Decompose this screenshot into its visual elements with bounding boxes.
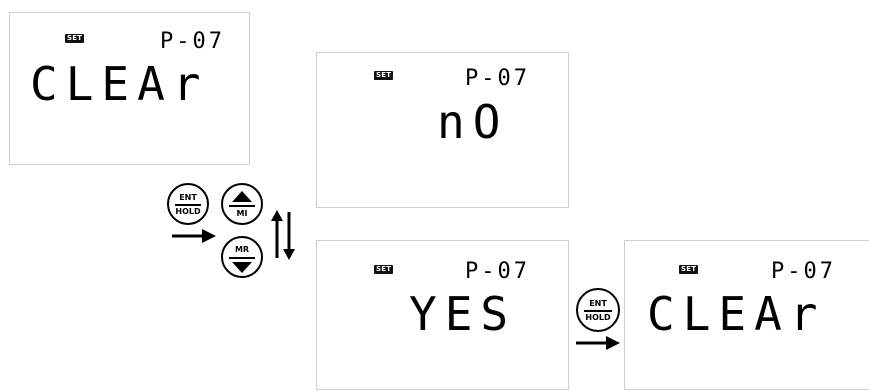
set-indicator: SET [65, 34, 85, 43]
ent-label: ENT [589, 299, 607, 308]
ent-hold-button[interactable]: ENT HOLD [167, 183, 209, 225]
lcd-screen-clear-initial: SET P-07 CLEAr [9, 12, 250, 165]
set-indicator: SET [374, 71, 394, 80]
display-value: CLEAr [30, 57, 209, 111]
hold-label: HOLD [585, 313, 611, 322]
hold-label: HOLD [175, 207, 201, 216]
parameter-code: P-07 [771, 259, 836, 284]
lcd-screen-no: SET P-07 nO [316, 52, 569, 208]
button-divider [175, 204, 201, 206]
up-mi-button[interactable]: MI [221, 183, 263, 225]
button-divider [229, 257, 255, 259]
right-arrow-icon [172, 229, 216, 243]
lcd-screen-clear-final: SET P-07 CLEAr [624, 240, 869, 390]
down-triangle-icon [232, 262, 252, 273]
button-divider [229, 205, 255, 207]
lcd-screen-yes: SET P-07 YES [316, 240, 569, 390]
set-indicator: SET [679, 265, 699, 274]
right-arrow-icon [576, 336, 620, 350]
mr-label: MR [234, 245, 250, 254]
display-value: YES [409, 287, 517, 341]
display-value: CLEAr [647, 287, 826, 341]
button-divider [584, 310, 612, 312]
ent-hold-button-confirm[interactable]: ENT HOLD [576, 288, 620, 332]
parameter-code: P-07 [465, 66, 530, 91]
mi-label: MI [236, 209, 248, 218]
parameter-code: P-07 [465, 259, 530, 284]
parameter-code: P-07 [160, 29, 225, 54]
down-mr-button[interactable]: MR [221, 236, 263, 278]
up-triangle-icon [232, 191, 252, 202]
display-value: nO [437, 95, 509, 149]
set-indicator: SET [374, 265, 394, 274]
up-down-arrows-icon [271, 210, 295, 260]
ent-label: ENT [179, 193, 197, 202]
